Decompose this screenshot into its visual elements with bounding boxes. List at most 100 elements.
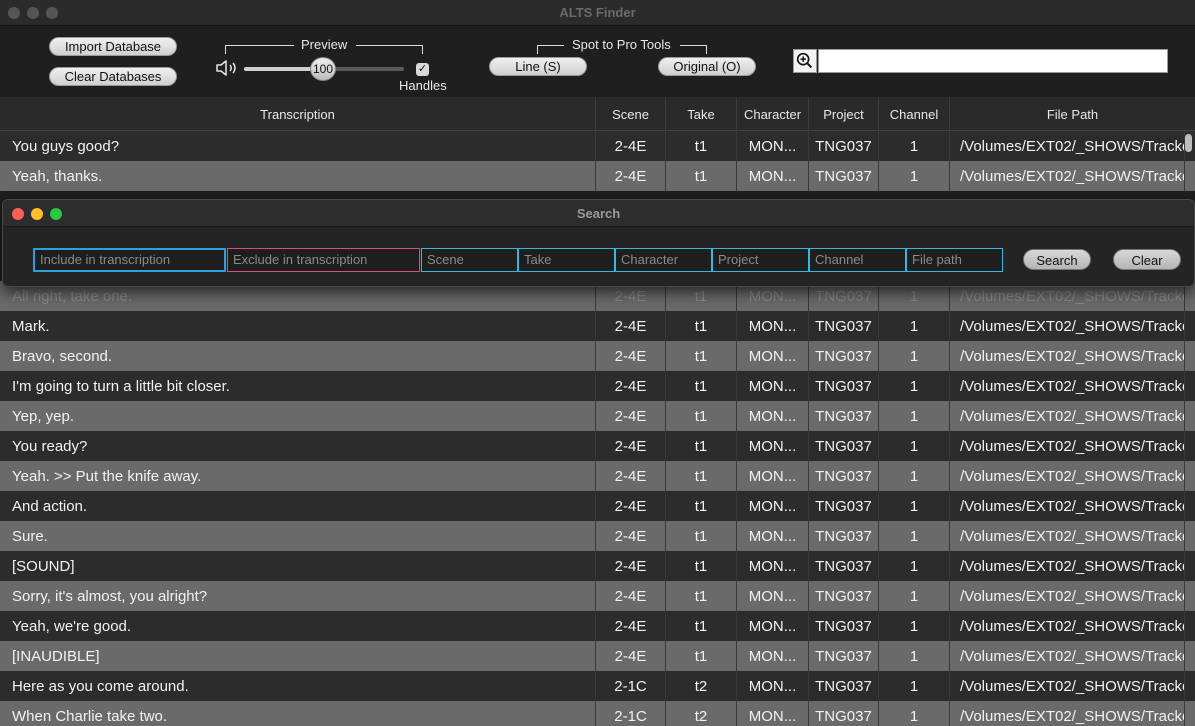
cell-transcription: You guys good? [0, 131, 596, 161]
cell-take: t1 [666, 461, 737, 491]
cell-channel: 1 [879, 341, 950, 371]
cell-file-path: /Volumes/EXT02/_SHOWS/Tracker/1... [950, 461, 1185, 491]
cell-take: t1 [666, 311, 737, 341]
cell-transcription: Mark. [0, 311, 596, 341]
table-scrollbar-thumb[interactable] [1185, 134, 1192, 152]
cell-character: MON... [737, 431, 809, 461]
cell-take: t1 [666, 641, 737, 671]
import-database-button[interactable]: Import Database [49, 37, 177, 56]
cell-transcription: [INAUDIBLE] [0, 641, 596, 671]
cell-channel: 1 [879, 551, 950, 581]
spot-line-button[interactable]: Line (S) [489, 57, 587, 76]
take-field[interactable] [518, 248, 615, 272]
cell-take: t1 [666, 521, 737, 551]
cell-transcription: Sorry, it's almost, you alright? [0, 581, 596, 611]
cell-project: TNG037 [809, 401, 879, 431]
cell-file-path: /Volumes/EXT02/_SHOWS/Tracker/1... [950, 611, 1185, 641]
cell-character: MON... [737, 161, 809, 191]
table-row[interactable]: You ready? 2-4E t1 MON... TNG037 1/Volumes/EX… [0, 431, 1195, 461]
table-row[interactable]: Yep, yep. 2-4E t1 MON... TNG037 1/Volumes/EXT… [0, 401, 1195, 431]
cell-channel: 1 [879, 311, 950, 341]
table-row[interactable]: [INAUDIBLE] 2-4E t1 MON... TNG037 1/Volumes/E… [0, 641, 1195, 671]
cell-take: t1 [666, 431, 737, 461]
cell-file-path: /Volumes/EXT02/_SHOWS/Tracker/1... [950, 521, 1185, 551]
column-header-character[interactable]: Character [737, 97, 809, 131]
cell-file-path: /Volumes/EXT02/_SHOWS/Tracker/1... [950, 161, 1185, 191]
table-row[interactable]: Here as you come around. 2-1C t2 MON... TNG0… [0, 671, 1195, 701]
table-row[interactable]: You guys good? 2-4E t1 MON... TNG037 1/Volume… [0, 131, 1195, 161]
table-row[interactable]: When Charlie take two. 2-1C t2 MON... TNG037… [0, 701, 1195, 726]
spot-bracket-right [680, 45, 707, 46]
cell-scene: 2-4E [596, 431, 666, 461]
cell-character: MON... [737, 521, 809, 551]
table-row[interactable]: Yeah. >> Put the knife away. 2-4E t1 MON...… [0, 461, 1195, 491]
zoom-search-button[interactable] [793, 49, 817, 73]
channel-field[interactable] [809, 248, 906, 272]
table-row[interactable]: And action. 2-4E t1 MON... TNG037 1/Volumes/E… [0, 491, 1195, 521]
column-header-take[interactable]: Take [666, 97, 737, 131]
cell-character: MON... [737, 311, 809, 341]
column-header-transcription[interactable]: Transcription [0, 97, 596, 131]
cell-transcription: Sure. [0, 521, 596, 551]
cell-file-path: /Volumes/EXT02/_SHOWS/Tracker/1... [950, 701, 1185, 726]
table-row[interactable]: Sorry, it's almost, you alright? 2-4E t1 MO… [0, 581, 1195, 611]
cell-scene: 2-4E [596, 311, 666, 341]
exclude-transcription-field[interactable] [227, 248, 420, 272]
cell-file-path: /Volumes/EXT02/_SHOWS/Tracker/1... [950, 551, 1185, 581]
table-row[interactable]: I'm going to turn a little bit closer. 2-… [0, 371, 1195, 401]
search-button[interactable]: Search [1023, 249, 1091, 270]
cell-transcription: Bravo, second. [0, 341, 596, 371]
cell-file-path: /Volumes/EXT02/_SHOWS/Tracker/1... [950, 401, 1185, 431]
handles-checkbox[interactable]: ✓ [416, 63, 429, 76]
project-field[interactable] [712, 248, 809, 272]
cell-channel: 1 [879, 701, 950, 726]
cell-scene: 2-1C [596, 671, 666, 701]
cell-file-path: /Volumes/EXT02/_SHOWS/Tracker/1... [950, 311, 1185, 341]
speaker-icon[interactable] [215, 58, 239, 78]
window-titlebar: ALTS Finder [0, 0, 1195, 26]
table-row[interactable]: Yeah, thanks. 2-4E t1 MON... TNG037 1/Volumes… [0, 161, 1195, 191]
cell-take: t2 [666, 671, 737, 701]
column-header-project[interactable]: Project [809, 97, 879, 131]
quick-search-input[interactable] [818, 49, 1168, 73]
cell-take: t1 [666, 371, 737, 401]
cell-project: TNG037 [809, 671, 879, 701]
scene-field[interactable] [421, 248, 518, 272]
spot-original-button[interactable]: Original (O) [658, 57, 756, 76]
handles-label: Handles [399, 78, 447, 93]
file-path-field[interactable] [906, 248, 1003, 272]
table-row[interactable]: Yeah, we're good. 2-4E t1 MON... TNG037 1/Vol… [0, 611, 1195, 641]
cell-take: t1 [666, 401, 737, 431]
column-header-channel[interactable]: Channel [879, 97, 950, 131]
clear-button[interactable]: Clear [1113, 249, 1181, 270]
cell-transcription: I'm going to turn a little bit closer. [0, 371, 596, 401]
cell-transcription: You ready? [0, 431, 596, 461]
window-title: ALTS Finder [559, 5, 636, 20]
table-row[interactable]: Bravo, second. 2-4E t1 MON... TNG037 1/Volume… [0, 341, 1195, 371]
table-row[interactable]: Sure. 2-4E t1 MON... TNG037 1/Volumes/EXT02/_… [0, 521, 1195, 551]
cell-scene: 2-4E [596, 581, 666, 611]
table-row[interactable]: Mark. 2-4E t1 MON... TNG037 1/Volumes/EXT02/_… [0, 311, 1195, 341]
cell-project: TNG037 [809, 581, 879, 611]
search-panel-titlebar: Search [3, 200, 1194, 227]
cell-file-path: /Volumes/EXT02/_SHOWS/Tracker/1... [950, 431, 1185, 461]
cell-channel: 1 [879, 611, 950, 641]
cell-project: TNG037 [809, 431, 879, 461]
table-row[interactable]: [SOUND] 2-4E t1 MON... TNG037 1/Volumes/EXT02… [0, 551, 1195, 581]
cell-channel: 1 [879, 131, 950, 161]
column-header-file-path[interactable]: File Path [950, 97, 1195, 131]
cell-project: TNG037 [809, 131, 879, 161]
cell-take: t1 [666, 551, 737, 581]
volume-slider-knob[interactable]: 100 [310, 57, 336, 81]
preview-label: Preview [301, 37, 348, 52]
cell-transcription: Yeah. >> Put the knife away. [0, 461, 596, 491]
character-field[interactable] [615, 248, 712, 272]
cell-transcription: Yeah, thanks. [0, 161, 596, 191]
cell-scene: 2-4E [596, 341, 666, 371]
column-header-scene[interactable]: Scene [596, 97, 666, 131]
cell-channel: 1 [879, 641, 950, 671]
include-transcription-field[interactable] [33, 248, 226, 272]
cell-character: MON... [737, 401, 809, 431]
magnifier-plus-icon [796, 52, 813, 69]
clear-databases-button[interactable]: Clear Databases [49, 67, 177, 86]
